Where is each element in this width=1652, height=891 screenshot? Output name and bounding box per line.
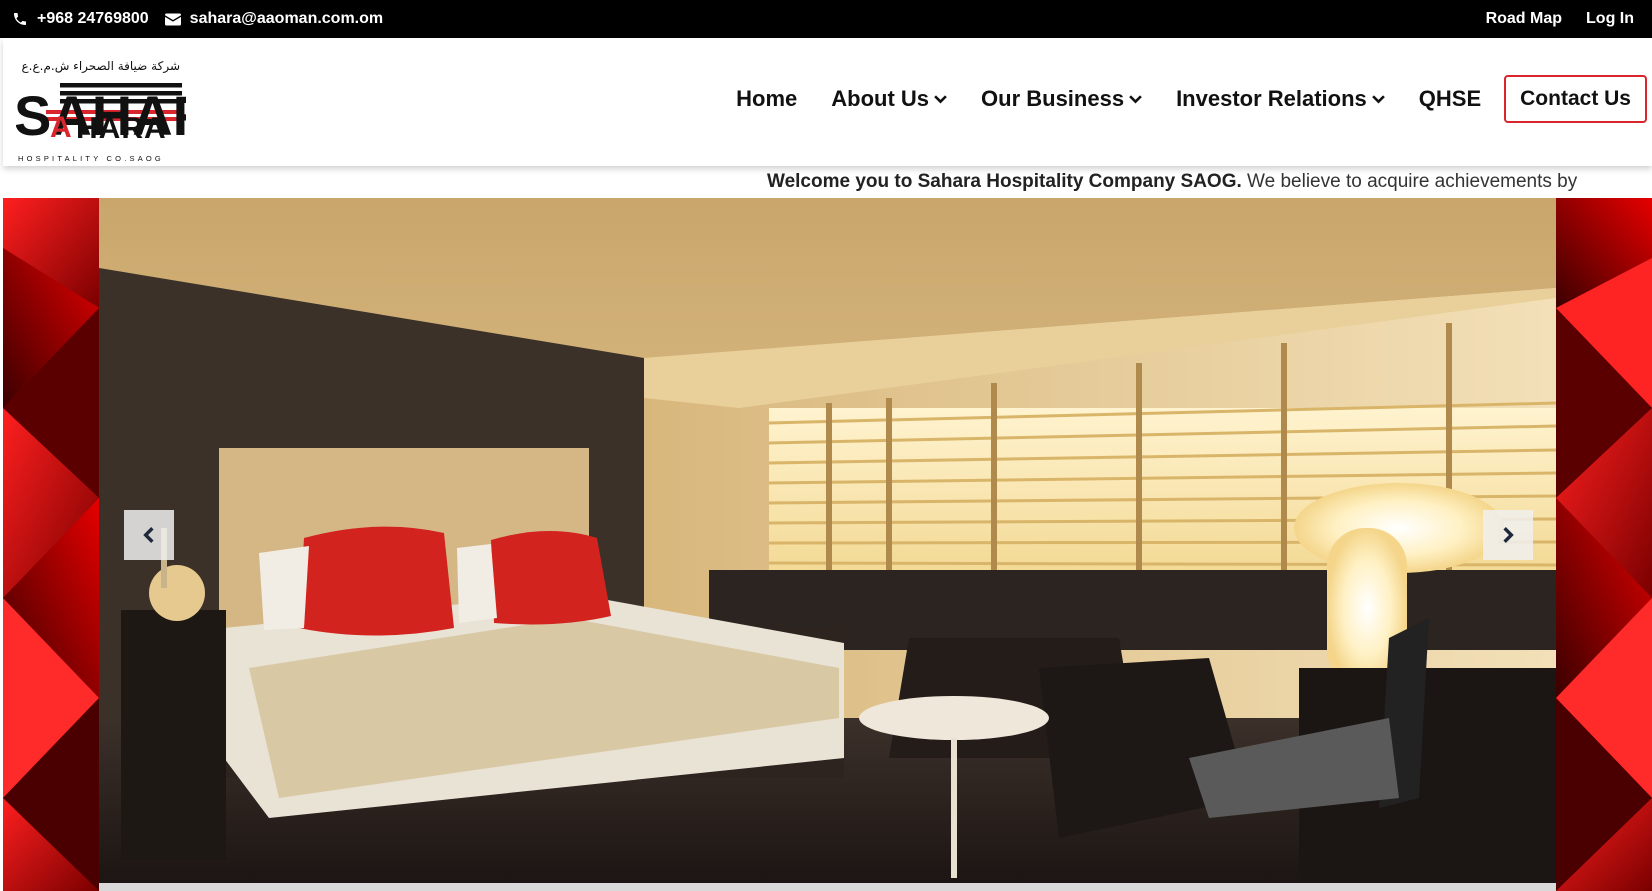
- nav-investor-label: Investor Relations: [1176, 86, 1367, 111]
- hotel-room-photo: [99, 198, 1556, 891]
- chevron-right-icon: [1503, 527, 1514, 543]
- phone-number: +968 24769800: [37, 10, 149, 27]
- nav-qhse-label: QHSE: [1418, 86, 1482, 111]
- right-decorative-panel: [1556, 198, 1652, 891]
- logo-arabic-name: شركة ضيافة الصحراء ش.م.ع.ع: [21, 59, 180, 73]
- nav-business-label: Our Business: [981, 86, 1125, 111]
- slider-bottom-strip: [99, 883, 1556, 891]
- email-address: sahara@aaoman.com.om: [189, 10, 384, 27]
- nav-home[interactable]: Home: [736, 86, 797, 112]
- email-contact[interactable]: sahara@aaoman.com.om: [164, 10, 384, 28]
- phone-icon: [14, 13, 26, 25]
- top-bar-contacts: +968 24769800 sahara@aaoman.com.om: [12, 10, 383, 28]
- marquee-rest-text: We believe to acquire achievements by: [1241, 171, 1578, 192]
- contact-us-label: Contact Us: [1520, 87, 1631, 110]
- marquee-text: Welcome you to Sahara Hospitality Compan…: [767, 171, 1577, 193]
- hero-slider: [3, 198, 1652, 891]
- chevron-left-icon: [143, 527, 154, 543]
- road-map-link[interactable]: Road Map: [1486, 10, 1562, 28]
- site-header: شركة ضيافة الصحراء ش.م.ع.ع SAHARA A HARA…: [3, 38, 1652, 166]
- top-bar: +968 24769800 sahara@aaoman.com.om Road …: [0, 0, 1652, 38]
- main-nav: Home About Us Our Business Investor Rela…: [736, 75, 1647, 123]
- hero-slide-image: [99, 198, 1556, 891]
- nav-about-label: About Us: [831, 86, 930, 111]
- log-in-link[interactable]: Log In: [1586, 10, 1634, 28]
- chevron-down-icon: [1129, 94, 1142, 104]
- sahara-logo[interactable]: شركة ضيافة الصحراء ش.م.ع.ع SAHARA A HARA…: [16, 59, 186, 163]
- logo-letter-a: A: [50, 111, 72, 141]
- top-bar-links: Road Map Log In: [1462, 10, 1634, 28]
- logo-tagline: HOSPITALITY CO.SAOG: [18, 154, 164, 163]
- nav-our-business[interactable]: Our Business: [981, 86, 1142, 112]
- welcome-marquee: Welcome you to Sahara Hospitality Compan…: [0, 166, 1637, 198]
- contact-us-button[interactable]: Contact Us: [1504, 75, 1647, 123]
- envelope-icon: [164, 13, 181, 25]
- phone-contact[interactable]: +968 24769800: [12, 10, 149, 28]
- slider-next-button[interactable]: [1483, 510, 1533, 560]
- marquee-bold-text: Welcome you to Sahara Hospitality Compan…: [767, 171, 1242, 192]
- nav-home-label: Home: [736, 86, 798, 111]
- left-decorative-panel: [3, 198, 99, 891]
- nav-investor-relations[interactable]: Investor Relations: [1176, 86, 1385, 112]
- chevron-down-icon: [1371, 94, 1385, 104]
- nav-qhse[interactable]: QHSE: [1419, 86, 1481, 112]
- logo-letters-hara: HARA: [76, 112, 167, 141]
- slider-prev-button[interactable]: [124, 510, 174, 560]
- logo-wordmark: SAHARA A HARA: [16, 83, 186, 141]
- chevron-down-icon: [934, 94, 947, 104]
- nav-about-us[interactable]: About Us: [831, 86, 947, 112]
